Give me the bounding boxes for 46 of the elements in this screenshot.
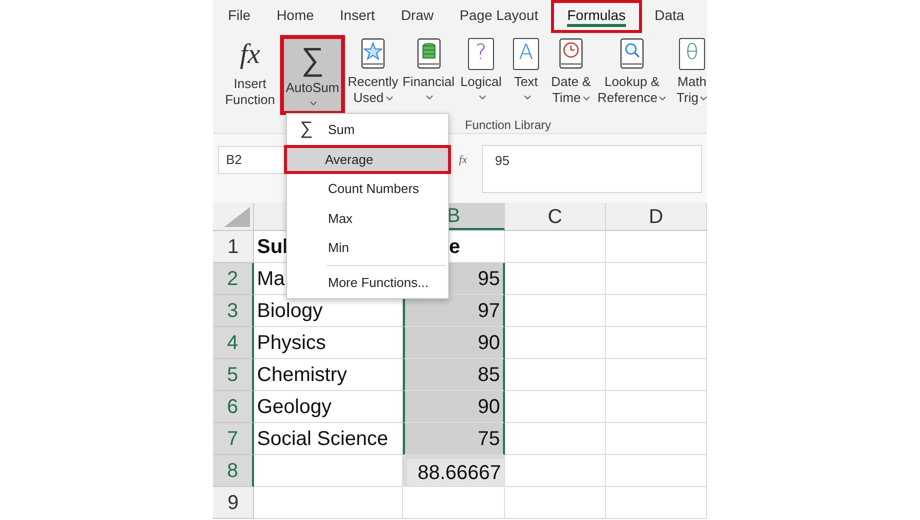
ribbon-tab[interactable]: Data <box>642 0 698 33</box>
ribbon-button[interactable]: θ Math Trig <box>670 35 707 115</box>
row-header[interactable]: 2 <box>213 263 254 295</box>
menu-item[interactable]: Average <box>287 148 448 171</box>
row-header[interactable]: 6 <box>213 391 254 423</box>
row-header[interactable]: 7 <box>213 423 254 455</box>
group-label: Function Library <box>464 117 551 133</box>
ribbon-button[interactable]: fx Insert Function <box>222 35 278 115</box>
insert-function-label[interactable]: fx <box>459 152 467 168</box>
table-cell: 90 <box>403 391 505 423</box>
table-cell: 90 <box>403 327 505 359</box>
row-header[interactable]: 1 <box>213 231 254 263</box>
table-cell: 88.66667 <box>403 455 505 487</box>
star-book-icon <box>360 38 386 70</box>
ribbon-tab[interactable]: Home <box>264 0 327 33</box>
ribbon-button[interactable]: Date & Time <box>548 35 594 115</box>
ribbon-tab[interactable]: Page Layout <box>446 0 552 33</box>
sigma-icon: ∑ <box>301 42 324 76</box>
function-icon: fx <box>240 38 260 72</box>
table-cell: 97 <box>403 295 505 327</box>
ribbon-tab[interactable]: Insert <box>326 0 388 33</box>
row-header[interactable]: 9 <box>213 487 254 519</box>
coins-book-icon <box>416 38 442 70</box>
column-header[interactable]: C <box>505 203 606 230</box>
ribbon-tab[interactable]: File <box>215 0 264 33</box>
letter-book-icon: θ <box>679 38 705 70</box>
row-header[interactable]: 4 <box>213 327 254 359</box>
sigma-icon: ∑ <box>300 118 313 140</box>
menu-item[interactable]: Count Numbers <box>287 174 448 204</box>
formula-field[interactable]: 95 <box>482 145 702 193</box>
row-header[interactable]: 3 <box>213 295 254 327</box>
ribbon-button[interactable]: A Text <box>506 35 546 115</box>
ribbon-button[interactable]: ∑ AutoSum <box>280 35 345 115</box>
row-header[interactable]: 5 <box>213 359 254 391</box>
column-header[interactable]: D <box>606 203 707 230</box>
table-cell: 85 <box>403 359 505 391</box>
clock-book-icon <box>558 38 584 70</box>
table-cell: 75 <box>403 423 505 455</box>
select-all-icon[interactable] <box>224 207 250 227</box>
magnifier-book-icon <box>619 38 645 70</box>
letter-book-icon: A <box>513 38 539 70</box>
ribbon-tab[interactable]: Draw <box>388 0 447 33</box>
letter-book-icon: ? <box>468 38 494 70</box>
ribbon-button[interactable]: ? Logical <box>458 35 504 115</box>
ribbon-button[interactable]: Lookup & Reference <box>596 35 668 115</box>
row-header[interactable]: 8 <box>213 455 254 487</box>
